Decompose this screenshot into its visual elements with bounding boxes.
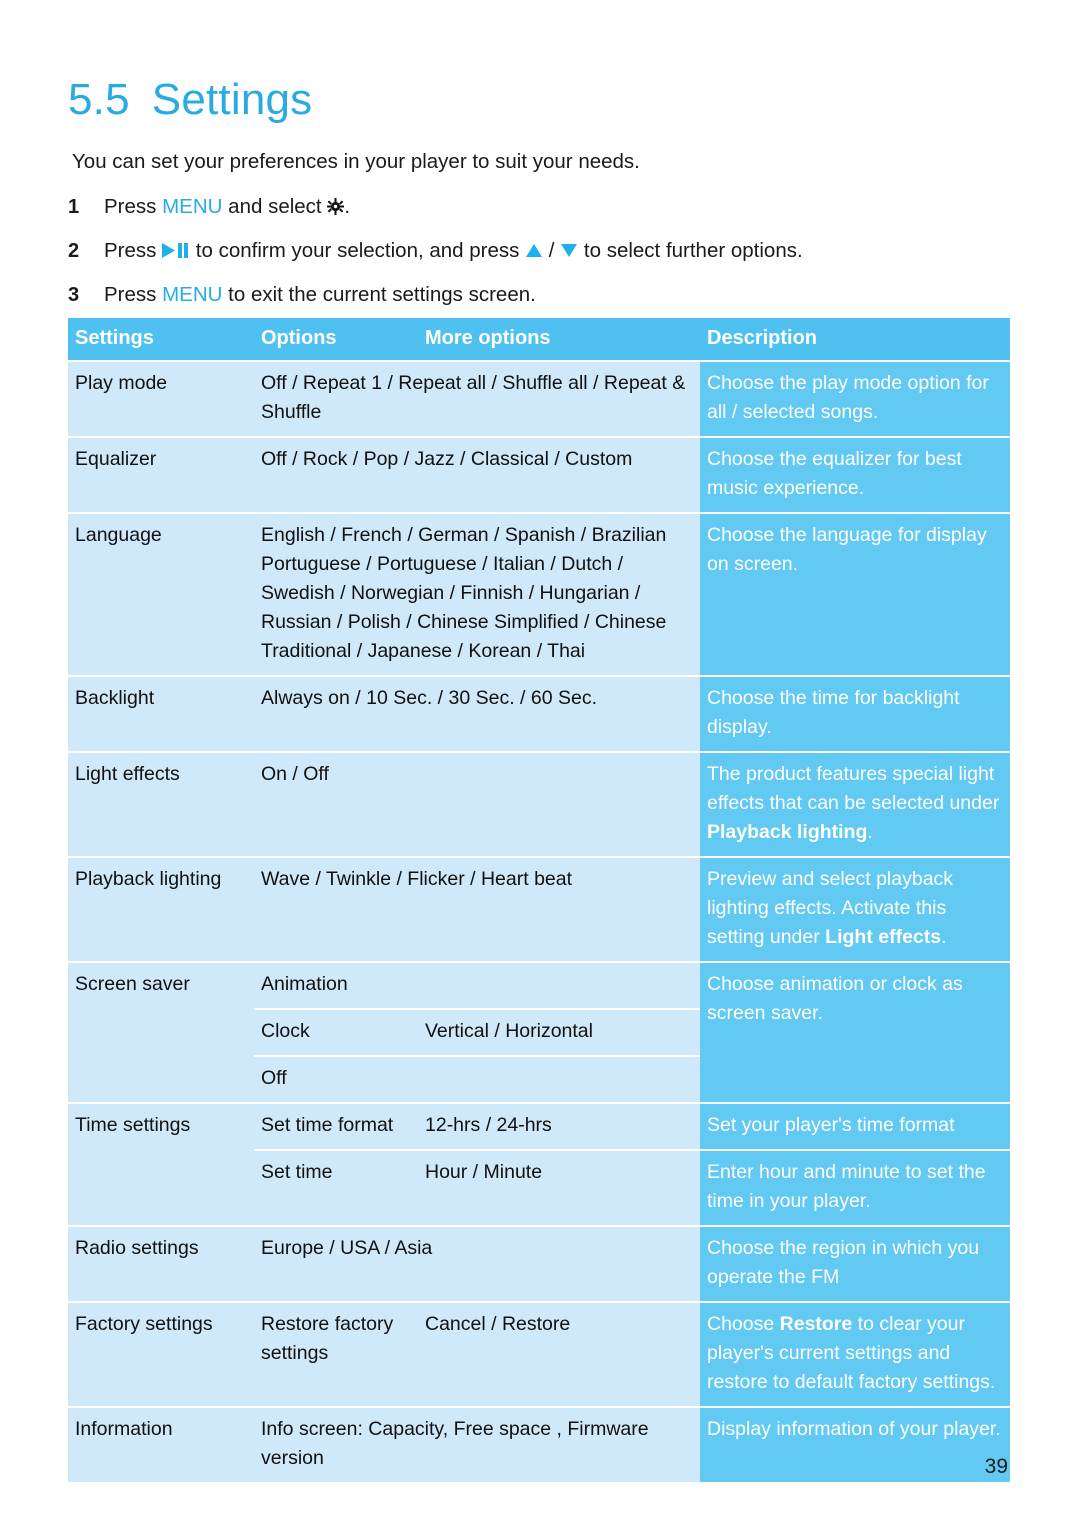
cell-more-options: [418, 961, 700, 1009]
step-2-index: 2: [68, 240, 80, 262]
document-page: 5.5 Settings You can set your preferences…: [0, 0, 1080, 1527]
cell-description: Choose animation or clock as screen save…: [700, 961, 1010, 1103]
cell-options: Clock: [254, 1008, 418, 1056]
page-title: 5.5 Settings: [68, 75, 312, 125]
cell-setting: Light effects: [68, 751, 254, 857]
table-row: Information Info screen: Capacity, Free …: [68, 1406, 1010, 1484]
table-row: Language English / French / German / Spa…: [68, 512, 1010, 676]
table-row: Screen saver Animation Choose animation …: [68, 961, 1010, 1103]
step-3-text-after: to exit the current settings screen.: [222, 283, 536, 306]
desc-post: .: [867, 821, 873, 843]
desc-pre: Choose: [707, 1313, 780, 1335]
cell-setting: Radio settings: [68, 1225, 254, 1302]
settings-table: Settings Options More options Descriptio…: [68, 316, 1010, 1484]
table-row: Play mode Off / Repeat 1 / Repeat all / …: [68, 360, 1010, 437]
cell-setting: Playback lighting: [68, 856, 254, 962]
table-header-row: Settings Options More options Descriptio…: [68, 316, 1010, 361]
triangle-down-icon: [560, 243, 578, 258]
cell-more-options: 12-hrs / 24-hrs: [418, 1102, 700, 1150]
step-1-keyword-menu: MENU: [162, 195, 223, 218]
cell-setting: Time settings: [68, 1102, 254, 1226]
column-header-description: Description: [700, 316, 1010, 361]
cell-options: Info screen: Capacity, Free space , Firm…: [254, 1406, 700, 1484]
desc-bold: Light effects: [825, 926, 942, 948]
step-2-text-middle: to confirm your selection, and press: [190, 239, 526, 262]
step-2-text-after: to select further options.: [578, 239, 803, 262]
cell-setting: Factory settings: [68, 1301, 254, 1407]
step-3-keyword-menu: MENU: [162, 283, 223, 306]
cell-options: On / Off: [254, 751, 700, 857]
cell-description: Choose the language for display on scree…: [700, 512, 1010, 676]
cell-options: English / French / German / Spanish / Br…: [254, 512, 700, 676]
cell-setting: Screen saver: [68, 961, 254, 1103]
cell-description: Preview and select playback lighting eff…: [700, 856, 1010, 962]
cell-options: Always on / 10 Sec. / 30 Sec. / 60 Sec.: [254, 675, 700, 752]
desc-post: .: [941, 926, 947, 948]
cell-options: Set time: [254, 1149, 418, 1226]
cell-options: Europe / USA / Asia: [254, 1225, 700, 1302]
column-header-settings: Settings: [68, 316, 254, 361]
table-row: Time settings Set time format 12-hrs / 2…: [68, 1102, 1010, 1226]
step-1: 1 Press MENU and select .: [68, 194, 1008, 220]
cell-description: Display information of your player.: [700, 1406, 1010, 1484]
step-3-text-before: Press: [104, 283, 163, 306]
table-row: Radio settings Europe / USA / Asia Choos…: [68, 1225, 1010, 1302]
cell-description: Set your player's time format: [700, 1102, 1010, 1150]
cell-description: Choose the play mode option for all / se…: [700, 360, 1010, 437]
play-pause-icon: [162, 242, 190, 259]
cell-setting: Play mode: [68, 360, 254, 437]
section-number: 5.5: [68, 75, 130, 124]
triangle-up-icon: [525, 243, 543, 258]
cell-more-options: Hour / Minute: [418, 1149, 700, 1226]
cell-description: The product features special light effec…: [700, 751, 1010, 857]
cell-description: Choose the time for backlight display.: [700, 675, 1010, 752]
step-3-index: 3: [68, 284, 80, 306]
cell-more-options: [418, 1055, 700, 1103]
cell-options: Off: [254, 1055, 418, 1103]
step-1-text-after: .: [344, 195, 351, 218]
cell-options: Wave / Twinkle / Flicker / Heart beat: [254, 856, 700, 962]
cell-options: Restore factory settings: [254, 1301, 418, 1407]
step-1-text-before: Press: [104, 195, 163, 218]
cell-setting: Language: [68, 512, 254, 676]
cell-description: Choose the equalizer for best music expe…: [700, 436, 1010, 513]
cell-options: Off / Rock / Pop / Jazz / Classical / Cu…: [254, 436, 700, 513]
intro-paragraph: You can set your preferences in your pla…: [72, 150, 640, 173]
cell-description: Choose Restore to clear your player's cu…: [700, 1301, 1010, 1407]
desc-bold: Playback lighting: [707, 821, 868, 843]
table-row: Playback lighting Wave / Twinkle / Flick…: [68, 856, 1010, 962]
cell-options: Set time format: [254, 1102, 418, 1150]
table-row: Light effects On / Off The product featu…: [68, 751, 1010, 857]
page-number: 39: [984, 1455, 1008, 1478]
cell-more-options: Vertical / Horizontal: [418, 1008, 700, 1056]
table-row: Factory settings Restore factory setting…: [68, 1301, 1010, 1407]
step-2-text-before: Press: [104, 239, 163, 262]
cell-setting: Backlight: [68, 675, 254, 752]
step-2-separator: /: [543, 239, 561, 262]
table-row: Equalizer Off / Rock / Pop / Jazz / Clas…: [68, 436, 1010, 513]
step-1-index: 1: [68, 196, 80, 218]
step-2: 2 Press to confirm your selection, and pr…: [68, 238, 1008, 264]
steps-list: 1 Press MENU and select . 2 Press to confi…: [68, 194, 1008, 326]
cell-setting: Equalizer: [68, 436, 254, 513]
cell-more-options: Cancel / Restore: [418, 1301, 700, 1407]
table-row: Backlight Always on / 10 Sec. / 30 Sec. …: [68, 675, 1010, 752]
cell-description: Choose the region in which you operate t…: [700, 1225, 1010, 1302]
section-title: Settings: [151, 75, 313, 124]
desc-bold: Restore: [779, 1313, 853, 1335]
cell-description: Enter hour and minute to set the time in…: [700, 1149, 1010, 1226]
gear-icon: [327, 198, 345, 215]
step-3: 3 Press MENU to exit the current settings…: [68, 282, 1008, 308]
cell-setting: Information: [68, 1406, 254, 1484]
column-header-options: Options: [254, 316, 418, 361]
cell-options: Animation: [254, 961, 418, 1009]
desc-pre: The product features special light effec…: [707, 763, 1000, 814]
step-1-text-middle: and select: [222, 195, 328, 218]
column-header-more-options: More options: [418, 316, 700, 361]
cell-options: Off / Repeat 1 / Repeat all / Shuffle al…: [254, 360, 700, 437]
